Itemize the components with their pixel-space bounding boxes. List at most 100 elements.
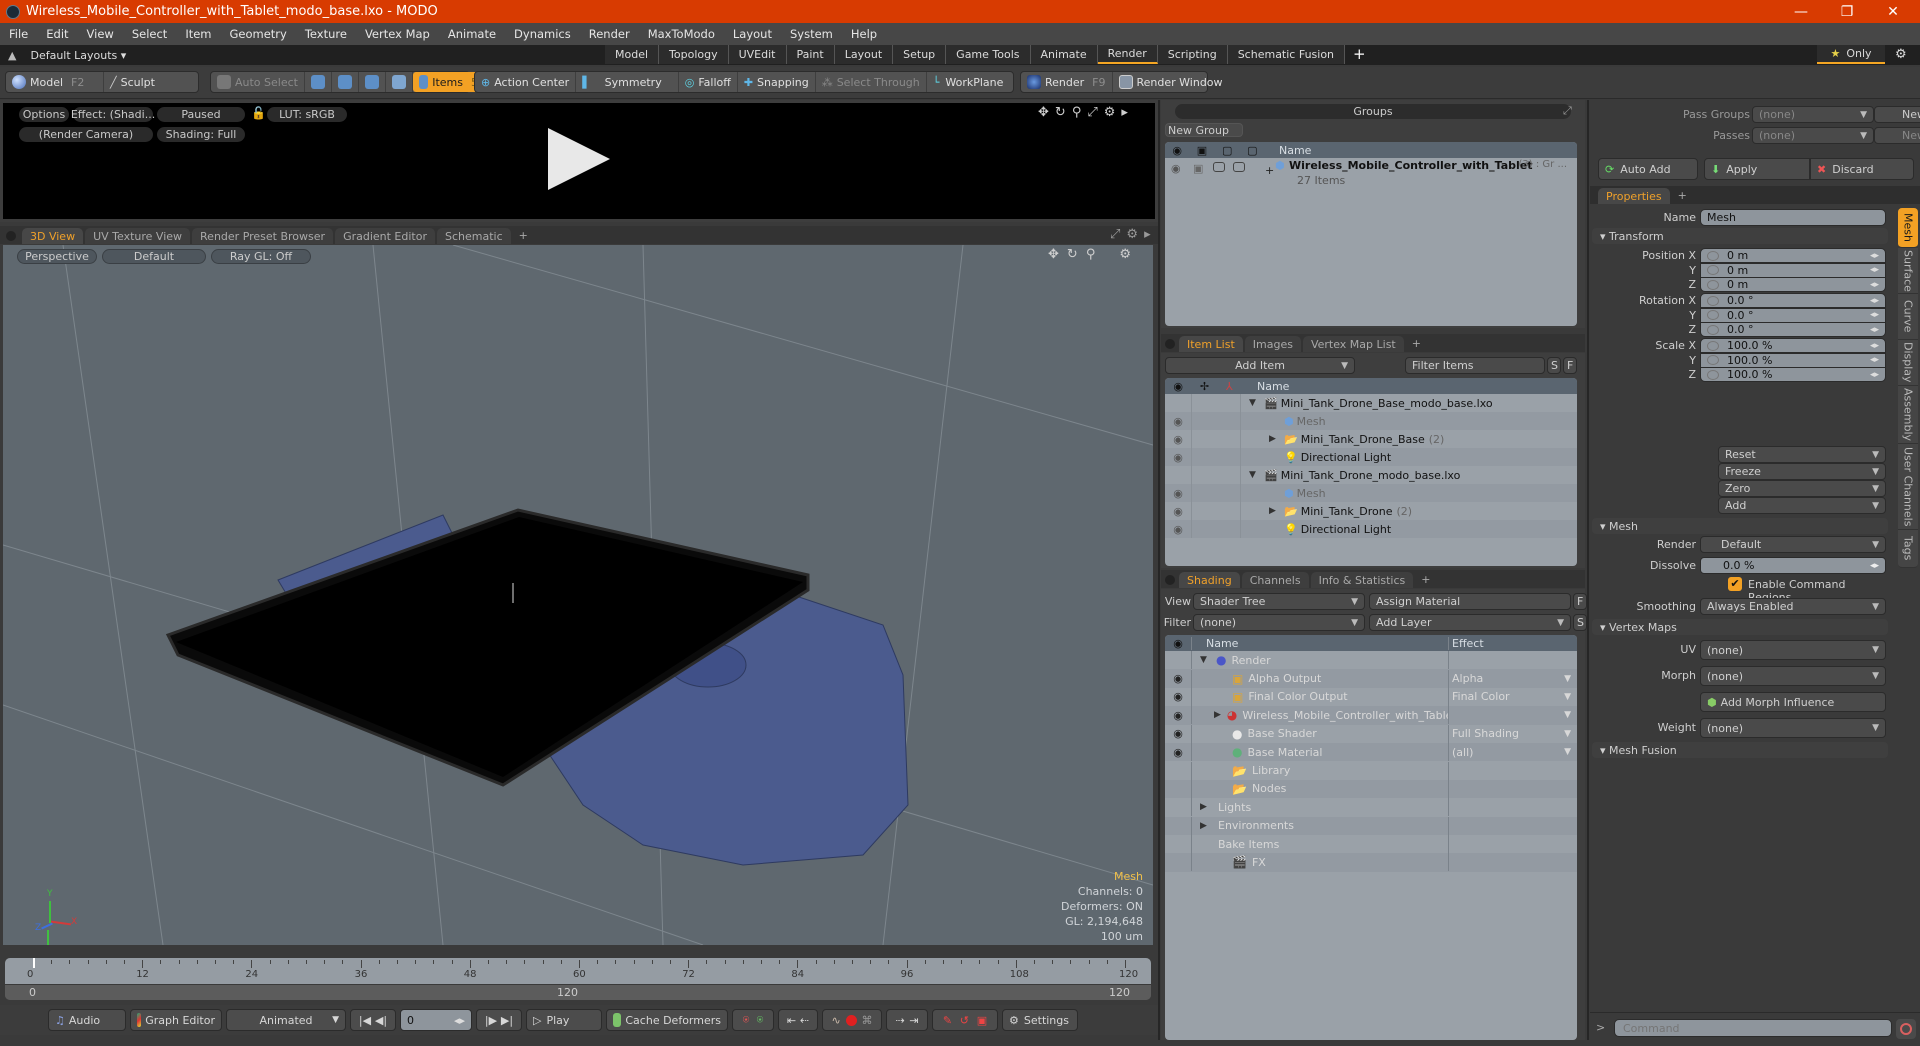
tab-gradient-editor[interactable]: Gradient Editor bbox=[335, 228, 435, 244]
vertices-mode-button[interactable] bbox=[305, 72, 332, 92]
tab-shading[interactable]: Shading bbox=[1179, 572, 1240, 588]
spinner-icon[interactable]: ◂▸ bbox=[1870, 296, 1879, 306]
action-center-button[interactable]: ⊕ Action Center bbox=[475, 72, 577, 92]
dissolve-input[interactable]: 0.0 % ◂▸ bbox=[1700, 557, 1886, 574]
eye-icon[interactable]: ◉ bbox=[1165, 709, 1191, 722]
zoom-icon[interactable]: ⚲ bbox=[1072, 105, 1082, 120]
expand-toggle-icon[interactable]: ▶ bbox=[1269, 506, 1281, 516]
render-effect-dropdown[interactable]: Effect: (Shadi... bbox=[71, 107, 155, 122]
assign-material-button[interactable]: Assign Material bbox=[1369, 593, 1571, 610]
layout-settings-gear-icon[interactable]: ⚙ bbox=[1895, 47, 1907, 62]
add-tab-button[interactable]: + bbox=[1415, 573, 1436, 588]
layout-tab-uvedit[interactable]: UVEdit bbox=[728, 45, 787, 64]
layout-tab-layout[interactable]: Layout bbox=[834, 45, 894, 64]
shader-tree-row[interactable]: ◉ ▶ ◕ Wireless_Mobile_Controller_with_Table… bbox=[1165, 706, 1577, 725]
rotation-x-input[interactable]: 0.0 ° ◂▸ bbox=[1700, 293, 1886, 308]
tab-render-preset-browser[interactable]: Render Preset Browser bbox=[192, 228, 334, 244]
animate-channel-icon[interactable] bbox=[1707, 265, 1719, 275]
rotation-y-input[interactable]: 0.0 ° ◂▸ bbox=[1700, 307, 1886, 323]
menu-file[interactable]: File bbox=[0, 27, 37, 41]
rotate-icon[interactable]: ↻ bbox=[1067, 247, 1078, 262]
add-tab-button[interactable]: + bbox=[1672, 189, 1693, 204]
animate-channel-icon[interactable] bbox=[1707, 355, 1719, 365]
zoom-icon[interactable]: ⚲ bbox=[1086, 247, 1096, 262]
layout-tab-model[interactable]: Model bbox=[605, 45, 660, 64]
filter-items-input[interactable]: Filter Items bbox=[1405, 357, 1545, 374]
animate-channel-icon[interactable] bbox=[1707, 340, 1719, 351]
reset-key-icon[interactable]: ↺ bbox=[960, 1014, 969, 1027]
menu-vertex-map[interactable]: Vertex Map bbox=[356, 27, 439, 41]
spinner-icon[interactable]: ◂▸ bbox=[1870, 325, 1879, 335]
zero-dropdown[interactable]: Zero ▼ bbox=[1718, 480, 1886, 497]
passes-dropdown[interactable]: (none) ▼ bbox=[1752, 127, 1874, 144]
add-item-dropdown[interactable]: Add Item ▼ bbox=[1165, 357, 1355, 374]
item-list-row[interactable]: ◉ 💡 Directional Light bbox=[1165, 448, 1577, 466]
shader-tree-row[interactable]: ▼ ● Render bbox=[1165, 651, 1577, 670]
item-list-row[interactable]: ▼ 🎬 Mini_Tank_Drone_Base_modo_base.lxo bbox=[1165, 394, 1577, 412]
maximize-icon[interactable]: ⤢ bbox=[1563, 104, 1572, 118]
render-paused-button[interactable]: Paused bbox=[157, 107, 245, 122]
ray-gl-toggle[interactable]: Ray GL: Off bbox=[211, 249, 311, 264]
position-z-input[interactable]: 0 m ◂▸ bbox=[1700, 277, 1886, 292]
uv-map-dropdown[interactable]: (none) ▼ bbox=[1700, 640, 1886, 660]
position-y-input[interactable]: 0 m ◂▸ bbox=[1700, 262, 1886, 278]
polygons-mode-button[interactable] bbox=[359, 72, 386, 92]
command-regions-checkbox[interactable]: ✔ bbox=[1728, 577, 1742, 591]
filter-s-button[interactable]: S bbox=[1547, 357, 1561, 374]
select-cube-icon[interactable]: ▢ bbox=[1247, 144, 1257, 157]
splitter[interactable] bbox=[1158, 100, 1160, 1040]
settings-button[interactable]: ⚙ Settings bbox=[1002, 1009, 1078, 1031]
item-list-row[interactable]: ▼ 🎬 Mini_Tank_Drone_modo_base.lxo bbox=[1165, 466, 1577, 484]
tab-3d-view[interactable]: 3D View bbox=[22, 228, 84, 244]
spinner-icon[interactable]: ◂▸ bbox=[454, 1014, 465, 1027]
add-tab-button[interactable]: + bbox=[513, 229, 534, 244]
3d-viewport[interactable]: Perspective Default Ray GL: Off ✥ ↻ ⚲ ⚙ Y X… bbox=[3, 245, 1153, 945]
layout-tab-schematic-fusion[interactable]: Schematic Fusion bbox=[1227, 45, 1346, 64]
side-tab-mesh[interactable]: Mesh bbox=[1898, 208, 1918, 248]
menu-item[interactable]: Item bbox=[176, 27, 220, 41]
go-to-start-icon[interactable]: |◀ bbox=[359, 1014, 371, 1027]
layout-tab-animate[interactable]: Animate bbox=[1030, 45, 1098, 64]
add-transform-dropdown[interactable]: Add ▼ bbox=[1718, 497, 1886, 514]
eye-icon[interactable]: ◉ bbox=[1165, 451, 1191, 464]
item-list-row[interactable]: ◉ ▶ 📂 Mini_Tank_Drone (2) bbox=[1165, 502, 1577, 520]
spinner-icon[interactable]: ◂▸ bbox=[1870, 265, 1879, 275]
eye-icon[interactable]: ◉ bbox=[1165, 746, 1191, 759]
apply-button[interactable]: ⬇ Apply bbox=[1704, 158, 1810, 180]
timeline-range[interactable]: 0 120 120 bbox=[5, 984, 1151, 1000]
expand-toggle-icon[interactable]: ▶ bbox=[1214, 710, 1221, 720]
restore-button[interactable]: ❐ bbox=[1824, 0, 1870, 23]
workplane-button[interactable]: └ WorkPlane bbox=[927, 72, 1010, 92]
spinner-icon[interactable]: ◂▸ bbox=[1870, 370, 1879, 380]
layout-tab-paint[interactable]: Paint bbox=[786, 45, 835, 64]
layout-tab-render[interactable]: Render bbox=[1097, 45, 1158, 64]
group-row[interactable]: ◉ ▣ + ⬢ Wireless_Mobile_Controller_with_… bbox=[1165, 158, 1577, 194]
shader-tree-row[interactable]: ◉ ▣ Alpha Output Alpha ▼ bbox=[1165, 669, 1577, 688]
menu-animate[interactable]: Animate bbox=[439, 27, 505, 41]
side-tab-display[interactable]: Display bbox=[1898, 340, 1918, 386]
smoothing-dropdown[interactable]: Always Enabled ▼ bbox=[1700, 598, 1886, 615]
vertex-maps-section-header[interactable]: ▾ Vertex Maps bbox=[1592, 619, 1888, 635]
expand-toggle-icon[interactable]: ▼ bbox=[1249, 398, 1261, 408]
only-favorites-button[interactable]: ★ Only bbox=[1817, 45, 1885, 64]
tab-channels[interactable]: Channels bbox=[1241, 572, 1309, 588]
pan-icon[interactable]: ✥ bbox=[1038, 105, 1049, 120]
tab-vertex-map-list[interactable]: Vertex Map List bbox=[1302, 336, 1404, 352]
falloff-button[interactable]: ◎ Falloff bbox=[679, 72, 738, 92]
weight-map-dropdown[interactable]: (none) ▼ bbox=[1700, 718, 1886, 738]
add-layout-button[interactable]: + bbox=[1345, 45, 1374, 64]
timeline-ruler[interactable]: 0 12 24 36 48 60 72 84 96 108 120 bbox=[5, 958, 1151, 984]
shader-tree-row[interactable]: ▶ Lights bbox=[1165, 798, 1577, 817]
render-camera-icon[interactable]: ▣ bbox=[1193, 162, 1203, 175]
go-to-end-icon[interactable]: ▶| bbox=[501, 1014, 513, 1027]
shading-style-dropdown[interactable]: Default bbox=[102, 249, 206, 264]
expand-toggle-icon[interactable]: ▶ bbox=[1200, 802, 1212, 812]
spinner-icon[interactable]: ◂▸ bbox=[1870, 251, 1879, 261]
shader-filter-dropdown[interactable]: (none) ▼ bbox=[1193, 614, 1365, 631]
pin-icon[interactable]: ✢ bbox=[1200, 380, 1209, 393]
expand-toggle-icon[interactable]: ▶ bbox=[1269, 434, 1281, 444]
cache-deformers-button[interactable]: Cache Deformers bbox=[606, 1009, 728, 1031]
render-button[interactable]: Render F9 bbox=[1021, 72, 1113, 92]
delete-key-icon[interactable]: ✎ bbox=[943, 1014, 952, 1027]
playhead[interactable] bbox=[33, 958, 35, 968]
